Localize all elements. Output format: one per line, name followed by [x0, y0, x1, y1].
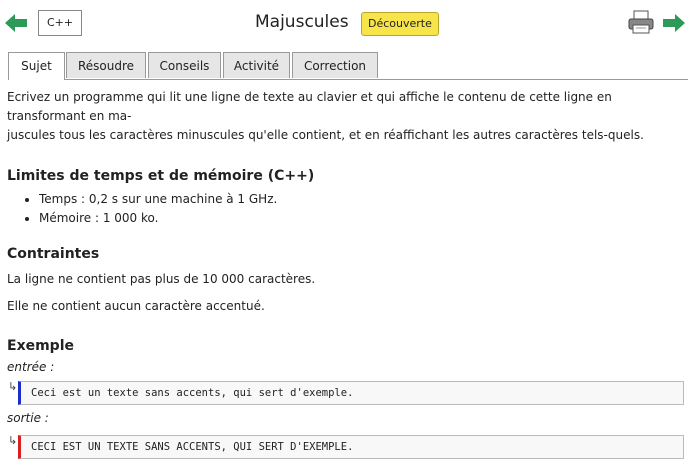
- tab-bar: Sujet Résoudre Conseils Activité Correct…: [8, 52, 688, 80]
- example-heading: Exemple: [7, 338, 74, 354]
- corner-arrow-icon: ↳: [8, 434, 18, 447]
- constraints-heading: Contraintes: [7, 246, 100, 262]
- limits-heading: Limites de temps et de mémoire (C++): [7, 168, 315, 184]
- limit-item: Temps : 0,2 s sur une machine à 1 GHz.: [39, 190, 687, 209]
- arrow-left-icon[interactable]: [5, 13, 27, 33]
- constraint-line: La ligne ne contient pas plus de 10 000 …: [7, 272, 316, 286]
- tab-sujet[interactable]: Sujet: [8, 52, 65, 80]
- tab-correction[interactable]: Correction: [292, 52, 378, 78]
- constraint-line: Elle ne contient aucun caractère accentu…: [7, 299, 265, 313]
- page-title: Majuscules: [255, 12, 349, 32]
- top-bar: C++ Majuscules Découverte: [0, 0, 696, 48]
- output-label: sortie :: [7, 411, 49, 425]
- statement-content: Ecrivez un programme qui lit une ligne d…: [7, 88, 687, 374]
- language-button[interactable]: C++: [38, 10, 82, 36]
- statement-line: Ecrivez un programme qui lit une ligne d…: [7, 90, 612, 123]
- limits-list: Temps : 0,2 s sur une machine à 1 GHz. M…: [7, 190, 687, 228]
- corner-arrow-icon: ↳: [8, 380, 18, 393]
- arrow-right-icon[interactable]: [663, 13, 685, 33]
- tab-activite[interactable]: Activité: [223, 52, 290, 78]
- difficulty-badge: Découverte: [361, 12, 439, 36]
- tab-resoudre[interactable]: Résoudre: [66, 52, 146, 78]
- limit-item: Mémoire : 1 000 ko.: [39, 209, 687, 228]
- statement-line: juscules tous les caractères minuscules …: [7, 128, 644, 142]
- input-label: entrée :: [7, 360, 55, 374]
- tab-conseils[interactable]: Conseils: [148, 52, 221, 78]
- printer-icon[interactable]: [628, 10, 654, 34]
- example-output: CECI EST UN TEXTE SANS ACCENTS, QUI SERT…: [18, 435, 684, 459]
- example-input: Ceci est un texte sans accents, qui sert…: [18, 381, 684, 405]
